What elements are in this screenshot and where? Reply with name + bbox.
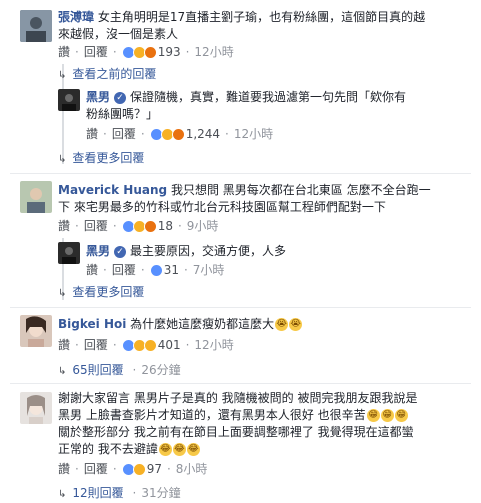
commenter-name[interactable]: Maverick Huang (58, 183, 167, 197)
reaction-icons[interactable] (121, 219, 157, 233)
laughing-emoji-icon: 😂 (172, 443, 186, 456)
replier-name[interactable]: 黑男 (86, 90, 110, 104)
wow-reaction-icon (143, 338, 157, 352)
reply-actions: 讚 · 回覆 · 1,244 · 12小時 (86, 126, 274, 142)
like-button[interactable]: 讚 (86, 126, 98, 142)
reply-button[interactable]: 回覆 (84, 44, 108, 60)
reply-button[interactable]: 回覆 (84, 337, 108, 353)
comment-text-line: 來越假，沒一個是素人 (58, 27, 179, 41)
reply-button[interactable]: 回覆 (84, 461, 108, 477)
like-reaction-icon (149, 263, 163, 277)
reaction-count[interactable]: 1,244 (186, 126, 220, 142)
comment-text-line: 下 來宅男最多的竹科或竹北台元科技園區幫工程師們配對一下 (58, 200, 386, 214)
comment-actions: 讚 · 回覆 · 401 · 12小時 (58, 337, 234, 353)
haha-reaction-icon (132, 462, 146, 476)
like-button[interactable]: 讚 (86, 262, 98, 278)
angry-reaction-icon (143, 45, 157, 59)
reply-text-line: 粉絲團嗎？」 (86, 107, 159, 121)
reaction-count[interactable]: 18 (158, 218, 173, 234)
timestamp[interactable]: 12小時 (194, 337, 233, 353)
comment-text: Bigkei Hoi 為什麼她這麼瘦奶都這麼大 😭 😭 (58, 317, 303, 331)
replier-name[interactable]: 黑男 (86, 244, 110, 258)
view-replies[interactable]: ↳ 65則回覆 · 26分鐘 (58, 362, 181, 380)
reaction-count[interactable]: 193 (158, 44, 181, 60)
comment-text-line: 黑男 上臉書查影片才知道的，還有黑男本人很好 也很辛苦 😁 😁 😁 (58, 408, 408, 422)
comment-actions: 讚 · 回覆 · 97 · 8小時 (58, 461, 208, 477)
verified-badge-icon: ✓ (114, 245, 127, 258)
timestamp[interactable]: 7小時 (193, 262, 225, 278)
divider (10, 383, 471, 384)
avatar[interactable] (20, 181, 52, 213)
view-more-replies[interactable]: ↳ 查看更多回覆 (58, 284, 144, 302)
timestamp[interactable]: 9小時 (187, 218, 219, 234)
timestamp[interactable]: 8小時 (176, 461, 208, 477)
grinning-emoji-icon: 😁 (394, 409, 408, 422)
view-previous-replies[interactable]: ↳ 查看之前的回覆 (58, 66, 156, 84)
angry-reaction-icon (143, 219, 157, 233)
avatar[interactable] (20, 10, 52, 42)
like-button[interactable]: 讚 (58, 337, 70, 353)
reaction-icons[interactable] (149, 263, 163, 277)
verified-badge-icon: ✓ (114, 91, 127, 104)
avatar[interactable] (58, 242, 80, 264)
reply-text: 黑男 ✓ 最主要原因，交通方便，人多 (86, 244, 287, 258)
reaction-icons[interactable] (149, 127, 185, 141)
timestamp[interactable]: 12小時 (194, 44, 233, 60)
timestamp[interactable]: 12小時 (234, 126, 273, 142)
crying-emoji-icon: 😭 (275, 318, 289, 331)
reaction-icons[interactable] (121, 462, 146, 476)
comment-actions: 讚 · 回覆 · 18 · 9小時 (58, 218, 219, 234)
divider (10, 307, 471, 308)
commenter-name[interactable]: 張溥瑋 (58, 10, 94, 24)
reaction-count[interactable]: 97 (147, 461, 162, 477)
reply-actions: 讚 · 回覆 · 31 · 7小時 (86, 262, 225, 278)
view-more-replies[interactable]: ↳ 查看更多回覆 (58, 150, 144, 168)
crying-emoji-icon: 😭 (289, 318, 303, 331)
reaction-icons[interactable] (121, 338, 157, 352)
like-button[interactable]: 讚 (58, 461, 70, 477)
commenter-name[interactable]: Bigkei Hoi (58, 317, 126, 331)
reply-arrow-icon: ↳ (58, 489, 67, 500)
like-button[interactable]: 讚 (58, 44, 70, 60)
reaction-count[interactable]: 401 (158, 337, 181, 353)
reply-arrow-icon: ↳ (58, 70, 67, 81)
comment-text-line: 正常的 我不去避諱 😂 😂 😂 (58, 442, 200, 456)
laughing-emoji-icon: 😂 (158, 443, 172, 456)
reaction-count[interactable]: 31 (164, 262, 179, 278)
timestamp[interactable]: 31分鐘 (141, 486, 180, 500)
avatar[interactable] (20, 315, 52, 347)
comment-text: 張溥瑋 女主角明明是17直播主劉子瑜，也有粉絲團，這個節目真的越 (58, 10, 426, 24)
comment-text: Maverick Huang 我只想問 黑男每次都在台北東區 怎麼不全台跑一 (58, 183, 431, 197)
reply-button[interactable]: 回覆 (84, 218, 108, 234)
view-replies[interactable]: ↳ 12則回覆 · 31分鐘 (58, 485, 181, 503)
like-button[interactable]: 讚 (58, 218, 70, 234)
avatar[interactable] (20, 392, 52, 424)
comment-actions: 讚 · 回覆 · 193 · 12小時 (58, 44, 234, 60)
reply-button[interactable]: 回覆 (112, 262, 136, 278)
reaction-icons[interactable] (121, 45, 157, 59)
angry-reaction-icon (171, 127, 185, 141)
reply-arrow-icon: ↳ (58, 154, 67, 165)
timestamp[interactable]: 26分鐘 (141, 363, 180, 377)
comment-text-line: 關於整形部分 我之前有在節目上面要調整哪裡了 我覺得現在這都蠻 (58, 425, 414, 439)
laughing-emoji-icon: 😂 (186, 443, 200, 456)
divider (10, 173, 471, 174)
reply-text: 黑男 ✓ 保證隨機，真實，難道要我過濾第一句先問「欸你有 (86, 90, 407, 104)
reply-button[interactable]: 回覆 (112, 126, 136, 142)
avatar[interactable] (58, 89, 80, 111)
reply-arrow-icon: ↳ (58, 288, 67, 299)
grinning-emoji-icon: 😁 (380, 409, 394, 422)
grinning-emoji-icon: 😁 (366, 409, 380, 422)
reply-arrow-icon: ↳ (58, 366, 67, 377)
comment-text-line: 謝謝大家留言 黑男片子是真的 我隨機被問的 被問完我朋友跟我說是 (58, 391, 418, 405)
